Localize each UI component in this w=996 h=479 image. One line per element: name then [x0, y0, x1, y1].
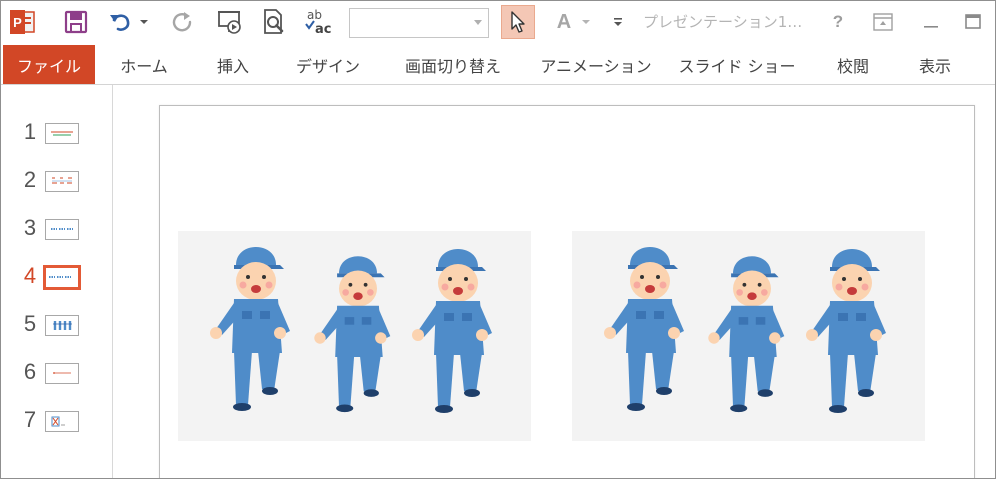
- pointer-icon[interactable]: [501, 5, 535, 39]
- slide-preview[interactable]: [45, 363, 79, 384]
- present-icon[interactable]: [215, 6, 245, 38]
- font-color-icon[interactable]: A: [553, 6, 575, 38]
- print-preview-icon[interactable]: [259, 6, 289, 38]
- spell-bottom-text: ac: [315, 22, 331, 37]
- help-icon[interactable]: ?: [827, 6, 849, 38]
- undo-dropdown-icon[interactable]: [137, 6, 151, 38]
- slide-thumbnail-2[interactable]: 2: [1, 161, 113, 201]
- font-combo-box[interactable]: [349, 8, 489, 38]
- slide-thumbnail-5[interactable]: 5: [1, 305, 113, 345]
- slide-number: 6: [23, 359, 37, 384]
- spelling-icon[interactable]: ab ac: [303, 6, 335, 38]
- tab-file[interactable]: ファイル: [3, 45, 95, 84]
- slide-thumbnail-4[interactable]: 4: [1, 257, 113, 297]
- slide-preview[interactable]: [45, 315, 79, 336]
- customize-toolbar-icon[interactable]: [611, 6, 625, 38]
- worker-illustration-right[interactable]: [572, 231, 925, 441]
- slide-number: 4: [23, 263, 37, 288]
- tab-transitions[interactable]: 画面切り替え: [391, 45, 515, 84]
- slide-thumbnail-7[interactable]: 7: [1, 401, 113, 441]
- font-color-dropdown-icon[interactable]: [579, 6, 593, 38]
- slide-canvas[interactable]: [159, 105, 975, 478]
- slide-number: 1: [23, 119, 37, 144]
- redo-icon[interactable]: [169, 6, 195, 38]
- slide-preview[interactable]: [45, 219, 79, 240]
- tab-review[interactable]: 校閲: [821, 45, 885, 84]
- ribbon-display-options-icon[interactable]: [871, 6, 895, 38]
- slide-thumbnail-1[interactable]: 1: [1, 113, 113, 153]
- tab-view[interactable]: 表示: [903, 45, 967, 84]
- slide-number: 5: [23, 311, 37, 336]
- slide-number: 3: [23, 215, 37, 240]
- spell-top-text: ab: [307, 8, 322, 22]
- tab-home[interactable]: ホーム: [105, 45, 183, 84]
- slide-preview[interactable]: [43, 265, 81, 290]
- slide-number: 2: [23, 167, 37, 192]
- tab-design[interactable]: デザイン: [283, 45, 373, 84]
- minimize-icon[interactable]: [919, 6, 943, 38]
- slide-number: 7: [23, 407, 37, 432]
- svg-text:P: P: [13, 15, 22, 30]
- slide-preview[interactable]: [45, 411, 79, 432]
- font-color-letter: A: [557, 11, 571, 33]
- slide-thumbnail-pane: 1 2 3 4 5 6 7: [1, 85, 113, 478]
- powerpoint-icon[interactable]: P: [7, 6, 37, 38]
- slide-thumbnail-6[interactable]: 6: [1, 353, 113, 393]
- slide-preview[interactable]: [45, 123, 79, 144]
- tab-insert[interactable]: 挿入: [201, 45, 265, 84]
- chevron-down-icon[interactable]: [474, 20, 482, 25]
- slide-editing-area: [114, 85, 995, 478]
- powerpoint-window: P ab ac A プレゼンテーション1… ? ファイル ホーム 挿入 デザイン…: [0, 0, 996, 479]
- slide-preview[interactable]: [45, 171, 79, 192]
- ribbon-tabs: ファイル ホーム 挿入 デザイン 画面切り替え アニメーション スライド ショー…: [1, 45, 995, 85]
- save-icon[interactable]: [61, 6, 91, 38]
- tab-animations[interactable]: アニメーション: [537, 45, 655, 84]
- undo-icon[interactable]: [107, 6, 133, 38]
- slide-thumbnail-3[interactable]: 3: [1, 209, 113, 249]
- worker-illustration-left[interactable]: [178, 231, 531, 441]
- document-title: プレゼンテーション1…: [643, 13, 803, 31]
- quick-access-toolbar: P ab ac A プレゼンテーション1… ?: [1, 1, 995, 45]
- tab-slide-show[interactable]: スライド ショー: [675, 45, 799, 84]
- maximize-icon[interactable]: [961, 6, 985, 38]
